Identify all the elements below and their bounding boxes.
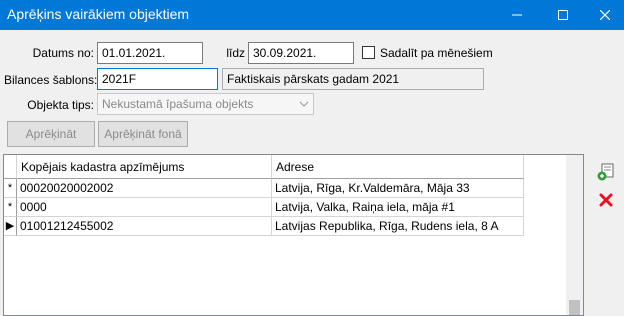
date-from-field[interactable]: 01.01.2021.: [97, 42, 203, 64]
split-by-month-label: Sadalīt pa mēnešiem: [380, 46, 493, 60]
date-to-label: līdz: [226, 46, 245, 60]
object-type-label: Objekta tips:: [27, 98, 94, 112]
vertical-scrollbar[interactable]: [566, 155, 583, 315]
minimize-icon: [512, 14, 522, 16]
row-marker: *: [4, 198, 17, 217]
template-label: Bilances šablons:: [4, 73, 98, 87]
split-by-month-checkbox[interactable]: [362, 46, 375, 59]
chevron-down-icon: [299, 101, 309, 107]
row-marker: *: [4, 179, 17, 198]
title-bar: Aprēķins vairākiem objektiem: [0, 0, 624, 30]
column-header-cadastre[interactable]: Kopējais kadastra apzīmējums: [17, 155, 272, 179]
template-name-field: Faktiskais pārskats gadam 2021: [222, 68, 484, 90]
delete-icon: [599, 193, 613, 207]
address-cell[interactable]: Latvijas Republika, Rīga, Rudens iela, 8…: [272, 217, 524, 236]
cadastre-cell[interactable]: 01001212455002: [17, 217, 272, 236]
column-header-address[interactable]: Adrese: [272, 155, 524, 179]
template-code-field[interactable]: 2021F: [97, 68, 218, 90]
address-cell[interactable]: Latvija, Rīga, Kr.Valdemāra, Māja 33: [272, 179, 524, 198]
add-record-icon: [597, 163, 614, 181]
date-from-label: Datums no:: [32, 46, 94, 60]
cadastre-cell[interactable]: 00020020002002: [17, 179, 272, 198]
cadastre-cell[interactable]: 0000: [17, 198, 272, 217]
table-row[interactable]: * 00020020002002 Latvija, Rīga, Kr.Valde…: [4, 179, 524, 198]
row-marker: ▶: [4, 217, 17, 236]
calculate-button[interactable]: Aprēķināt: [7, 121, 95, 147]
object-type-select[interactable]: Nekustamā īpašuma objekts: [97, 93, 314, 115]
window-title: Aprēķins vairākiem objektiem: [7, 6, 190, 22]
delete-record-button[interactable]: [598, 192, 616, 210]
close-button[interactable]: [586, 0, 624, 30]
close-icon: [600, 10, 610, 20]
address-cell[interactable]: Latvija, Valka, Raiņa iela, māja #1: [272, 198, 524, 217]
row-header-corner: [4, 155, 17, 179]
objects-grid: Kopējais kadastra apzīmējums Adrese * 00…: [3, 154, 584, 316]
table-row[interactable]: * 0000 Latvija, Valka, Raiņa iela, māja …: [4, 198, 524, 217]
maximize-icon: [558, 10, 568, 20]
table-row[interactable]: ▶ 01001212455002 Latvijas Republika, Rīg…: [4, 217, 524, 236]
minimize-button[interactable]: [494, 0, 540, 30]
calculate-background-button[interactable]: Aprēķināt fonā: [98, 121, 188, 147]
add-record-button[interactable]: [597, 163, 615, 181]
object-type-value: Nekustamā īpašuma objekts: [102, 97, 254, 111]
date-to-field[interactable]: 30.09.2021.: [248, 42, 354, 64]
scrollbar-thumb[interactable]: [569, 300, 580, 315]
maximize-button[interactable]: [540, 0, 586, 30]
